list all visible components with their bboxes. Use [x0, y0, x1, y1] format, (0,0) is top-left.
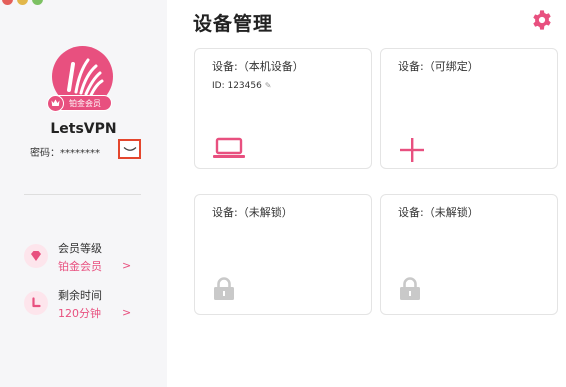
- clock-icon: [24, 291, 48, 315]
- app-window: 铂金会员 LetsVPN 密码：******** 会员等级 铂金会员 > 剩余时…: [0, 0, 566, 387]
- device-card-bindable[interactable]: 设备:（可绑定）: [380, 48, 558, 169]
- minimize-window-button[interactable]: [17, 0, 28, 5]
- chevron-right-icon: >: [122, 306, 132, 319]
- laptop-icon: [213, 137, 245, 163]
- device-card-local[interactable]: 设备:（本机设备） ID: 123456 ✎: [194, 48, 372, 169]
- maximize-window-button[interactable]: [32, 0, 43, 5]
- remaining-time-label: 剩余时间: [58, 289, 102, 302]
- copy-icon[interactable]: ✎: [265, 81, 272, 90]
- lock-icon: [399, 277, 421, 305]
- password-field: 密码：********: [30, 148, 100, 159]
- device-card-title: 设备:（未解锁）: [398, 206, 479, 219]
- device-card-title: 设备:（本机设备）: [212, 60, 304, 73]
- close-window-button[interactable]: [2, 0, 13, 5]
- device-id: ID: 123456 ✎: [212, 81, 272, 91]
- sidebar-divider: [24, 194, 141, 195]
- remaining-time-row[interactable]: 剩余时间 120分钟 >: [24, 287, 144, 323]
- chevron-down-icon: [123, 146, 136, 151]
- membership-badge-label: 铂金会员: [69, 98, 101, 108]
- device-card-locked[interactable]: 设备:（未解锁）: [194, 194, 372, 315]
- device-card-locked[interactable]: 设备:（未解锁）: [380, 194, 558, 315]
- device-card-title: 设备:（未解锁）: [212, 206, 293, 219]
- password-toggle-button[interactable]: [118, 139, 141, 159]
- window-controls: [0, 0, 43, 6]
- username: LetsVPN: [50, 121, 117, 137]
- membership-level-value: 铂金会员: [58, 260, 102, 273]
- membership-level-row[interactable]: 会员等级 铂金会员 >: [24, 240, 144, 276]
- plus-icon[interactable]: [399, 137, 425, 167]
- chevron-right-icon: >: [122, 259, 132, 272]
- page-title: 设备管理: [193, 13, 274, 35]
- diamond-icon: [24, 244, 48, 268]
- membership-level-label: 会员等级: [58, 242, 102, 255]
- membership-badge: 铂金会员: [47, 94, 112, 112]
- device-card-title: 设备:（可绑定）: [398, 60, 479, 73]
- crown-icon: [47, 94, 64, 112]
- gear-icon[interactable]: [531, 9, 553, 31]
- lock-icon: [213, 277, 235, 305]
- remaining-time-value: 120分钟: [58, 307, 101, 320]
- sidebar: 铂金会员 LetsVPN 密码：******** 会员等级 铂金会员 > 剩余时…: [0, 0, 167, 387]
